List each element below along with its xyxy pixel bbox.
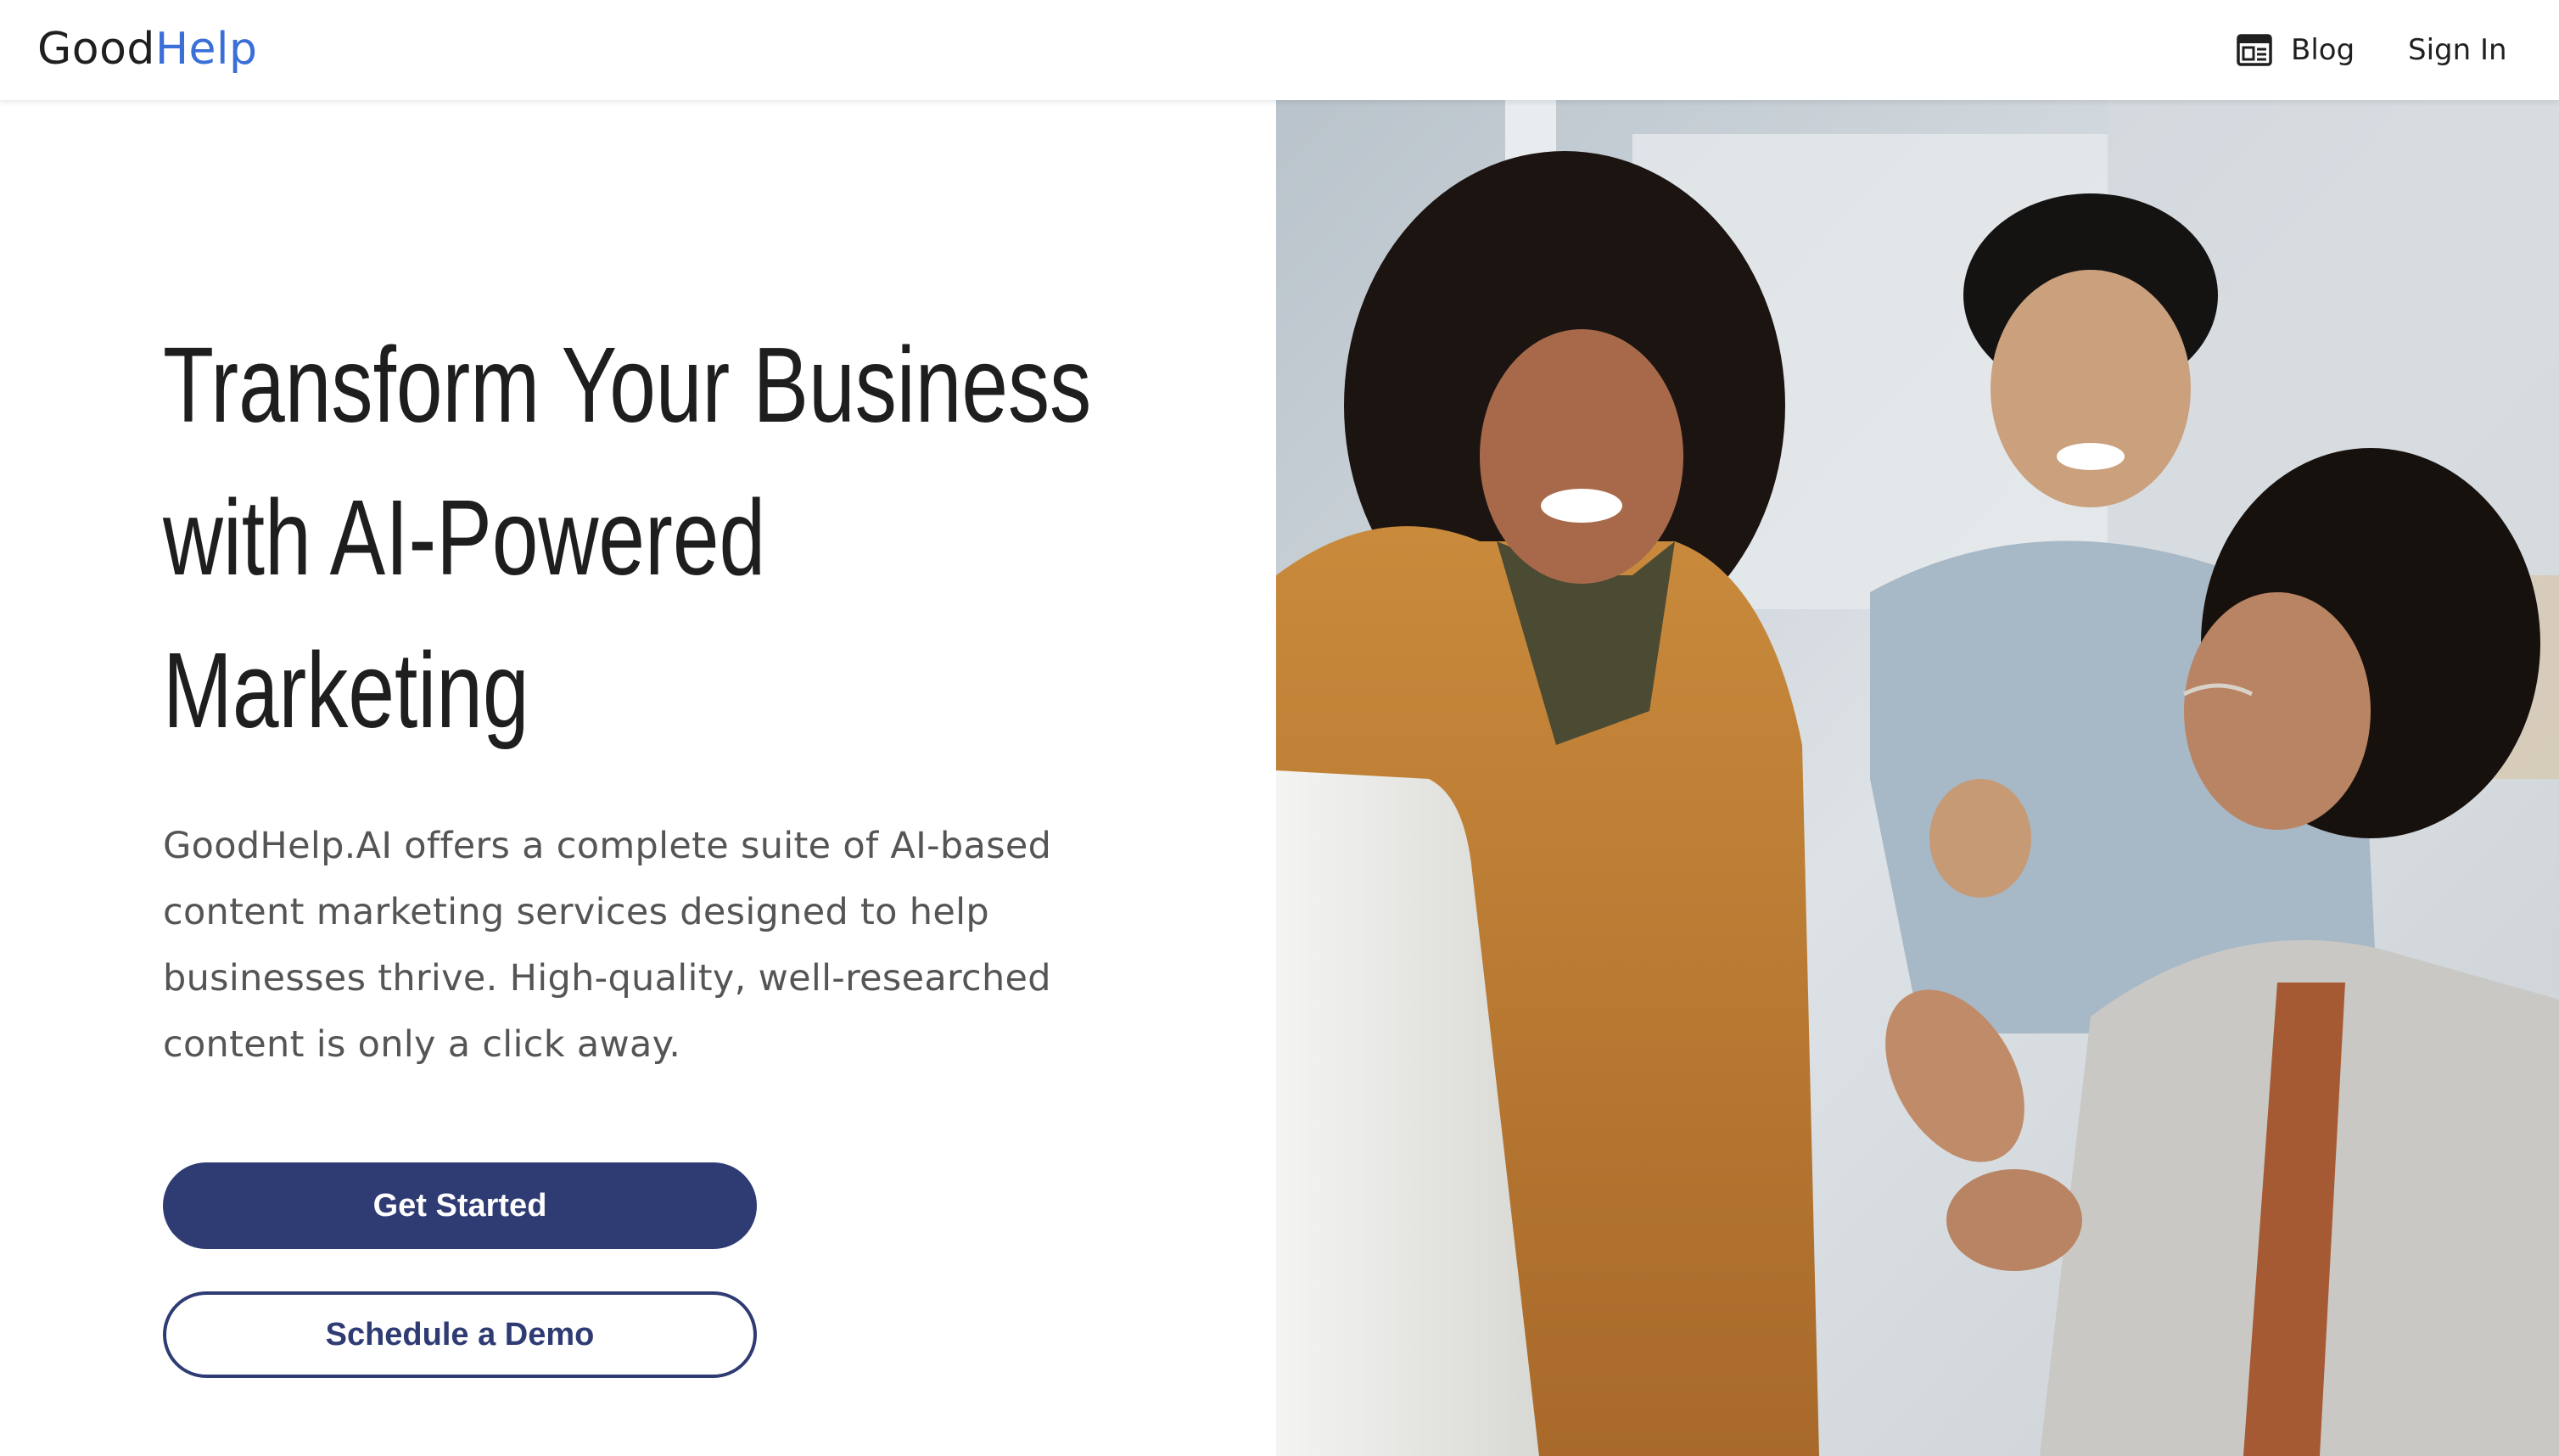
nav-blog-link[interactable]: Blog bbox=[2237, 29, 2355, 71]
hero-photo-illustration bbox=[1276, 100, 2559, 1456]
nav-blog-label: Blog bbox=[2291, 33, 2355, 67]
get-started-button[interactable]: Get Started bbox=[163, 1162, 757, 1249]
hero-description: GoodHelp.AI offers a complete suite of A… bbox=[163, 825, 1052, 1066]
headline-line-3: Marketing bbox=[163, 630, 529, 750]
headline-line-1: Transform Your Business bbox=[163, 325, 1092, 445]
logo-part-good: Good bbox=[37, 24, 155, 75]
logo-part-help: Help bbox=[154, 24, 258, 75]
newspaper-icon bbox=[2237, 34, 2272, 66]
hero-headline: Transform Your Business with AI-Powered … bbox=[163, 309, 1196, 767]
hero-image bbox=[1276, 100, 2559, 1456]
schedule-demo-button[interactable]: Schedule a Demo bbox=[163, 1291, 757, 1378]
nav-signin-label: Sign In bbox=[2408, 33, 2507, 67]
goodhelp-logo[interactable]: GoodHelp bbox=[37, 22, 258, 76]
site-header: GoodHelp Blog Sign In bbox=[0, 0, 2559, 100]
nav-signin-link[interactable]: Sign In bbox=[2408, 29, 2507, 71]
headline-line-2: with AI-Powered bbox=[163, 478, 766, 597]
